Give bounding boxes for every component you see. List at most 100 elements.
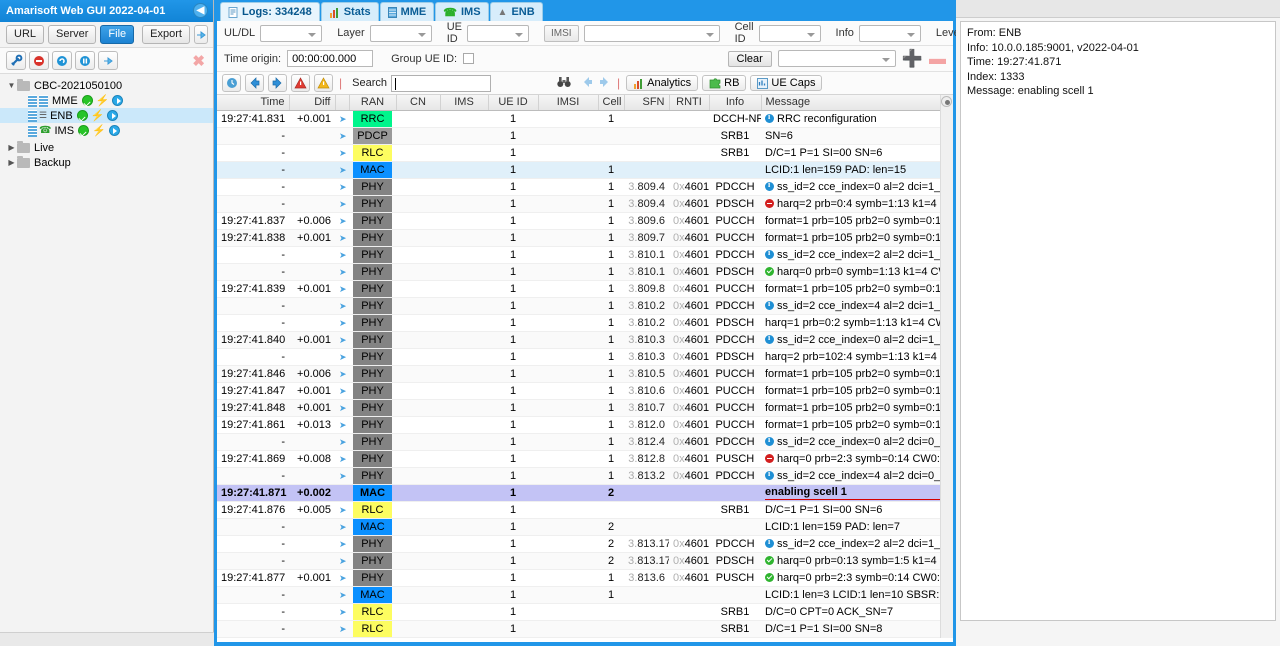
col-message[interactable]: Message	[761, 95, 953, 111]
uecaps-button[interactable]: UE Caps	[750, 75, 823, 91]
col-ims[interactable]: IMS	[440, 95, 489, 111]
table-row[interactable]: - ➤ PHY 1 1 3.810.1 0x4601 PDSCH harq=0 prb=0 sy…	[217, 263, 953, 281]
time-origin-input[interactable]	[287, 50, 374, 67]
table-row[interactable]: - ➤ MAC 1 2 LCID:1 len=159 PAD: len=7	[217, 518, 953, 536]
table-row[interactable]: 19:27:41.837 +0.006 ➤ PHY 1 1 3.809.6 0x4601 PUC…	[217, 212, 953, 230]
forward-arrow-icon[interactable]	[268, 74, 287, 92]
expander-icon[interactable]: ▶	[6, 158, 17, 167]
table-row[interactable]: -➤PHY113.809.40x4601PDCCHss_id=2 cce_ind…	[217, 178, 953, 196]
close-icon[interactable]: ✖	[192, 52, 205, 70]
vertical-scrollbar[interactable]	[940, 95, 953, 638]
uldl-select[interactable]	[260, 24, 323, 42]
chevron-left-icon[interactable]: ◀	[193, 3, 208, 18]
col-imsi[interactable]: IMSI	[538, 95, 599, 111]
export-button[interactable]: Export	[142, 25, 190, 44]
log-table-container[interactable]: Time Diff RAN CN IMS UE ID IMSI Cell SFN…	[217, 95, 953, 638]
warning-icon[interactable]	[314, 74, 333, 92]
expander-icon[interactable]: ▶	[6, 143, 17, 152]
imsi-button[interactable]: IMSI	[544, 24, 579, 42]
table-row[interactable]: 19:27:41.846 +0.006 ➤ PHY 1 1 3.810.5 0x4601 PUC…	[217, 365, 953, 383]
table-row[interactable]: 19:27:41.831+0.001 ➤ RRC 1 1 DCCH-NR RRC recon…	[217, 110, 953, 128]
table-row[interactable]: - ➤ PDCP 1 SRB1 SN=6	[217, 127, 953, 145]
col-cn[interactable]: CN	[396, 95, 441, 111]
cellid-select[interactable]	[758, 24, 821, 42]
error-icon[interactable]	[291, 74, 310, 92]
table-row[interactable]: 19:27:41.847 +0.001 ➤ PHY 1 1 3.810.6 0x4601 PUC…	[217, 382, 953, 400]
connect-icon[interactable]	[98, 51, 118, 70]
table-row[interactable]: 19:27:41.840 +0.001 ➤ PHY 1 1 3.810.3 0x4601 PDC…	[217, 331, 953, 349]
table-row[interactable]: 19:27:41.861 +0.013 ➤ PHY 1 1 3.812.0 0x4601 PUC…	[217, 416, 953, 434]
table-row[interactable]: - ➤ PHY 1 1 3.810.3 0x4601 PDSCH harq=2 prb=102:…	[217, 348, 953, 366]
tree-item-enb[interactable]: ☰ ENB ⚡	[0, 108, 213, 123]
tab-logs[interactable]: Logs: 334248	[220, 2, 320, 21]
table-row[interactable]: -➤PHY113.810.10x4601PDCCHss_id=2 cce_ind…	[217, 246, 953, 264]
expander-icon[interactable]: ▼	[6, 81, 17, 90]
play-icon[interactable]	[108, 125, 120, 136]
refresh-icon[interactable]	[52, 51, 72, 70]
wrench-icon[interactable]	[6, 51, 26, 70]
table-row[interactable]: - ➤ PHY 1 1 3.809.4 0x4601 PDSCH harq=2 prb=0:4 …	[217, 195, 953, 213]
table-row[interactable]: 19:27:41.877 +0.001 ➤ PHY 1 1 3.813.6 0x4601 PUS…	[217, 569, 953, 587]
tab-stats[interactable]: Stats	[320, 2, 379, 21]
table-row[interactable]: - ➤ PHY 1 23.813.170x4601PDCCH ss_id=2 cce_in…	[217, 535, 953, 553]
table-row[interactable]: - ➤ PHY 1 1 3.810.2 0x4601 PDSCH harq=1 prb=0:2 …	[217, 314, 953, 332]
clear-button[interactable]: Clear	[727, 50, 772, 67]
table-row[interactable]: - ➤ PHY 1 2 3.813.17 0x4601 PDSCH harq=0 prb=0:1…	[217, 552, 953, 570]
col-ran[interactable]: RAN	[349, 95, 397, 111]
tab-ims[interactable]: ☎ IMS	[435, 2, 489, 21]
table-row[interactable]: - ➤ MAC 1 1 LCID:1 len=159 PAD: len=15	[217, 161, 953, 179]
table-row[interactable]: 19:27:41.838 +0.001 ➤ PHY 1 1 3.809.7 0x4601 PUC…	[217, 229, 953, 247]
minus-icon[interactable]: ▬	[929, 50, 946, 67]
pause-icon[interactable]	[75, 51, 95, 70]
table-row[interactable]: 19:27:41.848 +0.001 ➤ PHY 1 1 3.810.7 0x4601 PUC…	[217, 399, 953, 417]
url-button[interactable]: URL	[6, 25, 45, 44]
clock-icon[interactable]	[222, 74, 241, 92]
file-button[interactable]: File	[100, 25, 135, 44]
search-input[interactable]	[390, 74, 491, 92]
table-row[interactable]: -➤PHY113.810.20x4601PDCCHss_id=2 cce_ind…	[217, 297, 953, 315]
back-arrow-icon[interactable]	[245, 74, 264, 92]
binoculars-icon[interactable]	[557, 76, 571, 91]
table-row[interactable]: -➤PHY113.812.40x4601PDCCHss_id=2 cce_ind…	[217, 433, 953, 451]
prev-arrow-icon[interactable]	[581, 76, 594, 91]
table-row[interactable]: -➤PHY113.813.20x4601PDCCHss_id=2 cce_ind…	[217, 467, 953, 485]
ueid-select[interactable]	[467, 24, 529, 42]
col-diff[interactable]: Diff	[289, 95, 336, 111]
analytics-button[interactable]: Analytics	[626, 75, 699, 91]
details-content[interactable]: From: ENB Info: 10.0.0.185:9001, v2022-0…	[960, 21, 1276, 621]
table-row[interactable]: - ➤ RLC 1 SRB1 D/C=1 P=1 SI=00 SN=8	[217, 620, 953, 638]
imsi-select[interactable]	[583, 24, 720, 42]
table-row[interactable]: 19:27:41.839 +0.001 ➤ PHY 1 1 3.809.8 0x4601 PUC…	[217, 280, 953, 298]
play-icon[interactable]	[107, 110, 119, 121]
group-ueid-checkbox[interactable]	[463, 53, 475, 64]
server-button[interactable]: Server	[48, 25, 97, 44]
next-arrow-icon[interactable]	[598, 76, 611, 91]
col-ueid[interactable]: UE ID	[488, 95, 539, 111]
tab-mme[interactable]: MME	[379, 2, 435, 21]
table-row[interactable]: 19:27:41.869 +0.008 ➤ PHY 1 1 3.812.8 0x4601 PUS…	[217, 450, 953, 468]
table-row[interactable]: - ➤ PDCP 1 SRB1SN=8	[217, 637, 953, 638]
table-row[interactable]: - ➤ RLC 1 SRB1 D/C=0 CPT=0 ACK_SN=7	[217, 603, 953, 621]
tab-enb[interactable]: ▲ ENB	[489, 2, 543, 21]
col-rnti[interactable]: RNTI	[669, 95, 710, 111]
col-info[interactable]: Info	[709, 95, 762, 111]
table-row[interactable]: 19:27:41.876 +0.005 ➤ RLC 1 SRB1 D/C=1 P=1 SI=…	[217, 501, 953, 519]
tree-item-live[interactable]: ▶ Live	[0, 140, 213, 155]
rb-button[interactable]: RB	[702, 75, 747, 91]
scrollbar-thumb[interactable]	[941, 96, 952, 107]
tree-item-backup[interactable]: ▶ Backup	[0, 155, 213, 170]
tree-item-mme[interactable]: MME ⚡	[0, 93, 213, 108]
layer-select[interactable]	[369, 24, 432, 42]
col-sfn[interactable]: SFN	[624, 95, 670, 111]
play-icon[interactable]	[112, 95, 124, 106]
col-cell[interactable]: Cell	[598, 95, 625, 111]
col-time[interactable]: Time	[217, 95, 290, 111]
table-row[interactable]: 19:27:41.871 +0.002 MAC 1 2 enabling scell 1	[217, 484, 953, 502]
tree-item-ims[interactable]: ☎ IMS ⚡	[0, 123, 213, 138]
table-row[interactable]: - ➤ RLC 1 SRB1 D/C=1 P=1 SI=00 SN=6	[217, 144, 953, 162]
stop-icon[interactable]	[29, 51, 49, 70]
info-select[interactable]	[858, 24, 921, 42]
plus-icon[interactable]: ➕	[902, 50, 923, 67]
tree-item-cbc[interactable]: ▼ CBC-2021050100	[0, 78, 213, 93]
table-row[interactable]: - ➤ MAC 1 1 LCID:1 len=3 LCID:1 len=10 SBSR: …	[217, 586, 953, 604]
